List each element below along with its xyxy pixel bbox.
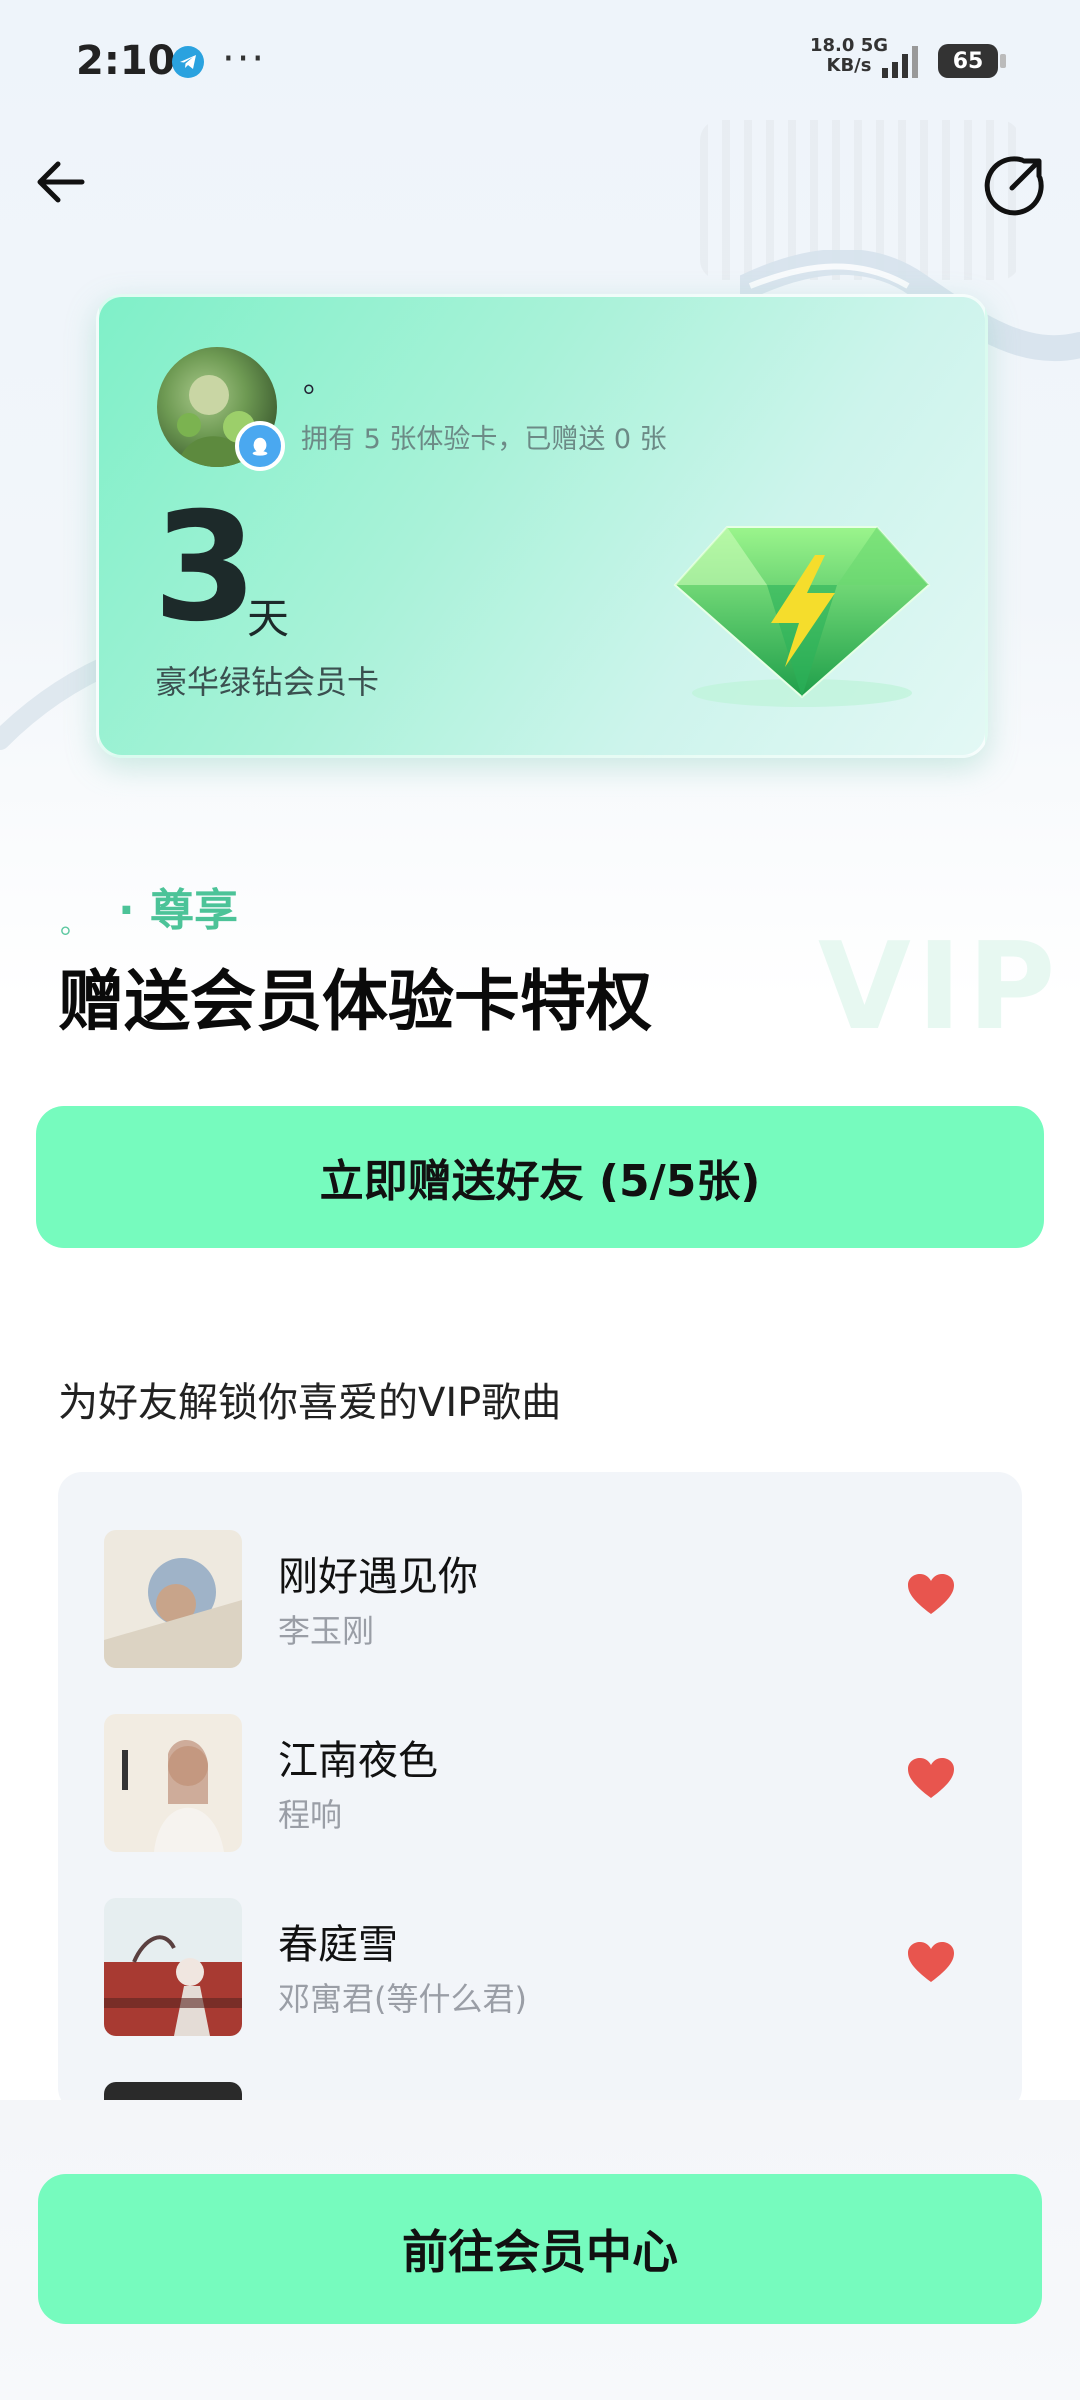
back-icon[interactable] <box>28 148 96 216</box>
song-title: 刚好遇见你 <box>278 1554 478 1600</box>
list-item[interactable]: 春庭雪 邓寓君(等什么君) <box>58 1898 1022 2038</box>
network-speed: 18.0 5G KB/s <box>810 36 888 76</box>
section-subtitle: · 尊享 <box>118 885 239 936</box>
card-type: 豪华绿钻会员卡 <box>155 663 380 701</box>
share-icon[interactable] <box>982 152 1048 218</box>
heart-icon[interactable] <box>908 1942 954 1984</box>
list-item[interactable]: 刚好遇见你 李玉刚 <box>58 1530 1022 1670</box>
days-unit: 天 <box>247 594 290 643</box>
album-cover <box>104 1714 242 1852</box>
network-speed-unit: KB/s <box>826 55 872 76</box>
heart-icon[interactable] <box>908 1574 954 1616</box>
user-name: 。 <box>303 365 333 400</box>
telegram-icon <box>172 46 204 78</box>
song-list: 刚好遇见你 李玉刚 江南夜色 程响 春庭雪 邓寓君(等什么君) <box>58 1472 1022 2112</box>
days-number: 3 <box>153 481 258 655</box>
vip-watermark: VIP <box>818 918 1062 1057</box>
songs-heading: 为好友解锁你喜爱的VIP歌曲 <box>58 1380 562 1426</box>
qq-badge-icon <box>235 421 285 471</box>
card-count-info: 拥有 5 张体验卡，已赠送 0 张 <box>301 424 667 455</box>
album-cover <box>104 1898 242 2036</box>
signal-icon <box>882 46 918 78</box>
battery-icon: 65 <box>938 44 1006 78</box>
gift-to-friend-button[interactable]: 立即赠送好友 (5/5张) <box>36 1106 1044 1248</box>
member-center-button[interactable]: 前往会员中心 <box>38 2174 1042 2324</box>
song-artist: 邓寓君(等什么君) <box>278 1980 527 2018</box>
network-speed-value: 18.0 <box>810 35 855 56</box>
song-title: 江南夜色 <box>278 1738 438 1784</box>
heart-icon[interactable] <box>908 1758 954 1800</box>
status-bar: 2:10 ··· 18.0 5G KB/s 65 <box>0 0 1080 120</box>
list-item[interactable]: 江南夜色 程响 <box>58 1714 1022 1854</box>
green-diamond-icon <box>673 526 931 707</box>
page-title: 赠送会员体验卡特权 <box>58 963 652 1040</box>
section-dot: 。 <box>60 907 89 940</box>
song-artist: 程响 <box>278 1796 343 1834</box>
song-artist: 李玉刚 <box>278 1612 375 1650</box>
status-time: 2:10 <box>76 38 176 84</box>
membership-card: 。 拥有 5 张体验卡，已赠送 0 张 3 天 豪华绿钻会员卡 <box>96 294 988 758</box>
more-notifications-icon: ··· <box>222 36 267 82</box>
song-title: 春庭雪 <box>278 1922 398 1968</box>
album-cover <box>104 1530 242 1668</box>
